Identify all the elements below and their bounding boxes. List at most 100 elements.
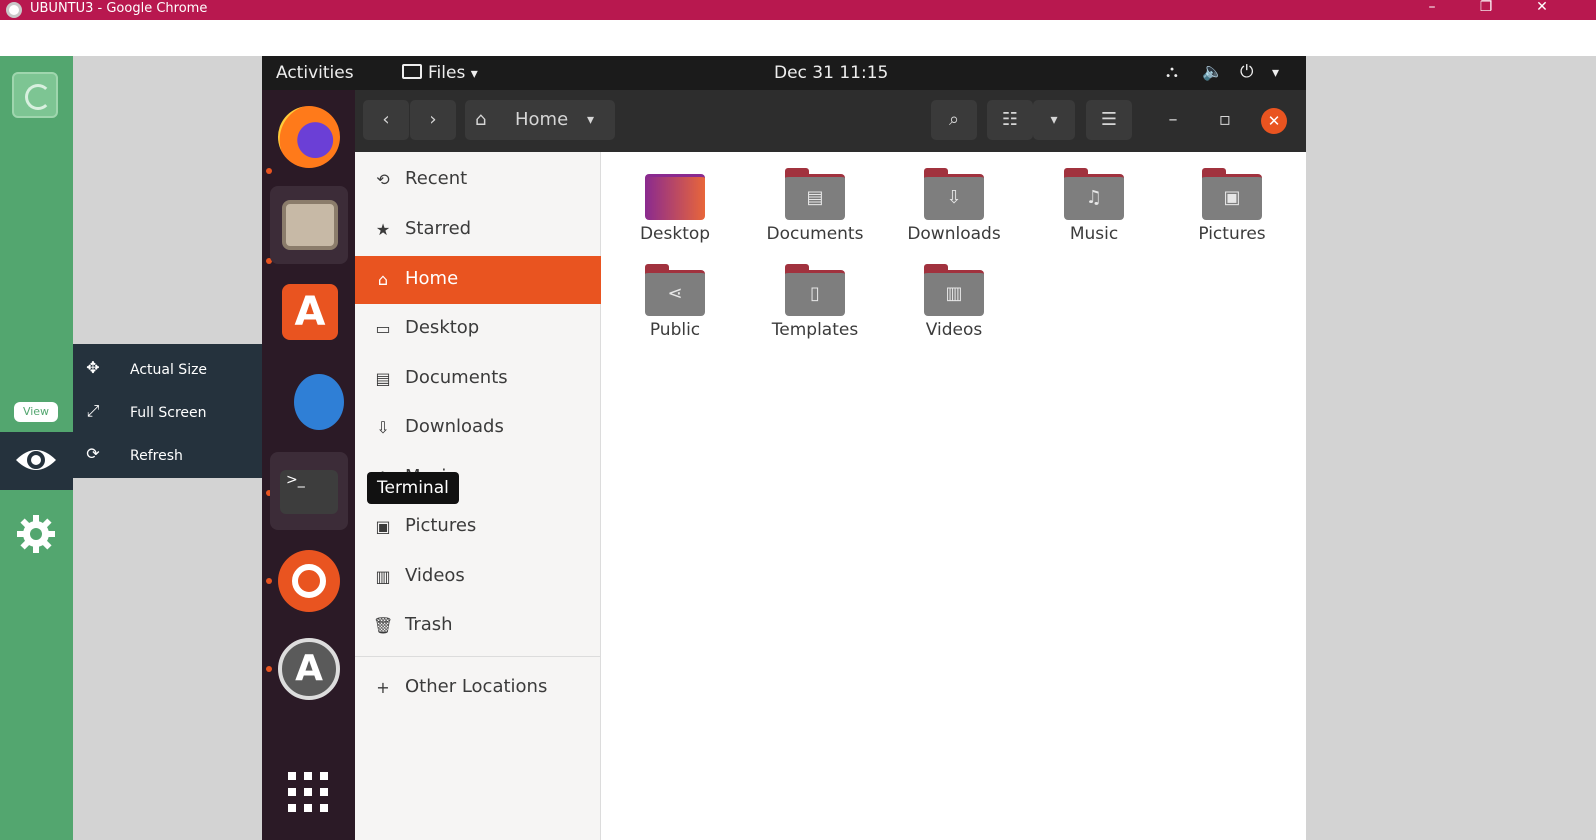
- sidebar-item-trash[interactable]: 🗑 Trash: [355, 602, 601, 650]
- sidebar-divider: [355, 656, 601, 657]
- app-menu-label: Files: [428, 63, 466, 83]
- minimize-button[interactable]: –: [1155, 100, 1191, 140]
- chrome-logo-icon: [6, 2, 22, 18]
- folder-downloads[interactable]: ⇩ Downloads: [889, 160, 1019, 250]
- sidebar-item-home[interactable]: ⌂ Home: [355, 256, 601, 304]
- sidebar-item-starred[interactable]: ★ Starred: [355, 206, 601, 254]
- folder-templates[interactable]: ▯ Templates: [750, 256, 880, 346]
- network-icon[interactable]: ⛬: [1166, 62, 1178, 82]
- gnome-top-bar: Activities Files ▾ Dec 31 11:15 ⛬ 🔈 ⏻ ▾: [262, 56, 1306, 90]
- chevron-down-icon[interactable]: ▾: [1272, 65, 1279, 81]
- folder-label: Music: [1069, 224, 1119, 244]
- pictures-folder-icon: ▣: [1202, 168, 1262, 220]
- fullscreen-icon: ⤢: [86, 401, 100, 420]
- chrome-close-button[interactable]: ✕: [1522, 0, 1562, 20]
- music-folder-icon: ♫: [1064, 168, 1124, 220]
- close-button[interactable]: ✕: [1261, 108, 1287, 134]
- folder-label: Public: [649, 320, 701, 340]
- location-button[interactable]: ⌂ Home ▾: [465, 100, 615, 140]
- sidebar-item-label: Starred: [405, 218, 472, 239]
- sidebar-item-documents[interactable]: ▤ Documents: [355, 355, 601, 403]
- chrome-titlebar: UBUNTU3 - Google Chrome – ❐ ✕: [0, 0, 1596, 20]
- folder-documents[interactable]: ▤ Documents: [750, 160, 880, 250]
- ubuntu-logo-icon: [278, 550, 340, 612]
- videos-icon: ▥: [375, 567, 391, 586]
- folder-public[interactable]: ⋖ Public: [610, 256, 740, 346]
- files-headerbar: ‹ › ⌂ Home ▾ ⌕ ☷ ▾ ☰ – ▫ ✕: [355, 90, 1306, 152]
- dock-firefox[interactable]: [270, 98, 348, 176]
- actual-size-icon: ✥: [86, 358, 100, 377]
- sidebar-item-desktop[interactable]: ▭ Desktop: [355, 305, 601, 353]
- software-updater-icon: A: [278, 638, 340, 700]
- view-options-button[interactable]: ▾: [1033, 100, 1075, 140]
- firefox-icon: [278, 106, 340, 168]
- remote-viewer-logo-icon: [12, 72, 58, 118]
- terminal-icon: >_: [280, 470, 338, 514]
- sidebar-item-recent[interactable]: ⟲ Recent: [355, 156, 601, 204]
- dock-tooltip: Terminal: [367, 472, 459, 504]
- dock-help[interactable]: [270, 362, 348, 440]
- folder-music[interactable]: ♫ Music: [1029, 160, 1159, 250]
- software-store-icon: A: [282, 284, 338, 340]
- folder-desktop[interactable]: Desktop: [610, 160, 740, 250]
- trash-icon: 🗑: [373, 616, 394, 635]
- dock-software[interactable]: A: [270, 274, 348, 352]
- view-label: View: [14, 402, 58, 422]
- forward-button[interactable]: ›: [410, 100, 456, 140]
- gear-icon[interactable]: [16, 514, 56, 554]
- activities-button[interactable]: Activities: [276, 63, 354, 83]
- sidebar-item-label: Pictures: [405, 515, 477, 536]
- menu-item-label: Actual Size: [130, 362, 208, 378]
- dock-ubuntu[interactable]: [270, 542, 348, 620]
- main-menu-button[interactable]: ☰: [1086, 100, 1132, 140]
- view-toggle-button[interactable]: ☷: [987, 100, 1033, 140]
- desktop-folder-icon: [645, 168, 705, 220]
- folder-label: Downloads: [907, 224, 1001, 244]
- clock[interactable]: Dec 31 11:15: [774, 63, 888, 83]
- sidebar-item-label: Other Locations: [405, 676, 548, 697]
- dock-files[interactable]: [270, 186, 348, 264]
- templates-folder-icon: ▯: [785, 264, 845, 316]
- dock-software-updater[interactable]: A: [270, 630, 348, 708]
- folder-videos[interactable]: ▥ Videos: [889, 256, 1019, 346]
- ubuntu-desktop: Activities Files ▾ Dec 31 11:15 ⛬ 🔈 ⏻ ▾ …: [262, 56, 1306, 840]
- star-icon: ★: [375, 220, 391, 239]
- dock-terminal[interactable]: >_: [270, 452, 348, 530]
- menu-item-label: Refresh: [130, 448, 183, 464]
- help-icon: [294, 374, 344, 430]
- sidebar-item-label: Recent: [405, 168, 468, 189]
- sidebar-item-other-locations[interactable]: + Other Locations: [355, 664, 601, 712]
- folder-pictures[interactable]: ▣ Pictures: [1167, 160, 1297, 250]
- window-title: UBUNTU3 - Google Chrome: [30, 1, 208, 16]
- browser-toolbar-strip: [0, 20, 1596, 56]
- volume-icon[interactable]: 🔈: [1202, 62, 1223, 82]
- recent-icon: ⟲: [376, 170, 390, 189]
- chrome-minimize-button[interactable]: –: [1412, 0, 1452, 20]
- sidebar-item-label: Downloads: [405, 416, 504, 437]
- folder-label: Templates: [771, 320, 859, 340]
- sidebar-item-downloads[interactable]: ⇩ Downloads: [355, 404, 601, 452]
- chrome-restore-button[interactable]: ❐: [1466, 0, 1506, 20]
- downloads-icon: ⇩: [376, 418, 390, 437]
- desktop-icon: ▭: [375, 319, 391, 338]
- files-icon: [282, 200, 338, 250]
- chevron-down-icon: ▾: [470, 66, 478, 82]
- show-apps-icon[interactable]: [286, 770, 330, 814]
- chevron-down-icon: ▾: [587, 112, 595, 128]
- maximize-button[interactable]: ▫: [1207, 100, 1243, 140]
- back-button[interactable]: ‹: [363, 100, 409, 140]
- remote-viewer-sidebar: View: [0, 56, 73, 840]
- file-view: Desktop ▤ Documents ⇩ Downloads ♫ Music …: [602, 152, 1306, 840]
- sidebar-item-label: Desktop: [405, 317, 480, 338]
- sidebar-item-pictures[interactable]: ▣ Pictures: [355, 503, 601, 551]
- app-menu[interactable]: Files ▾: [402, 63, 478, 83]
- view-button[interactable]: [0, 432, 73, 490]
- power-icon[interactable]: ⏻: [1240, 62, 1253, 82]
- location-label: Home: [515, 109, 569, 130]
- sidebar-item-label: Documents: [405, 367, 508, 388]
- plus-icon: +: [376, 678, 390, 697]
- folder-label: Pictures: [1198, 224, 1266, 244]
- search-button[interactable]: ⌕: [931, 100, 977, 140]
- sidebar-item-videos[interactable]: ▥ Videos: [355, 553, 601, 601]
- sidebar-item-label: Trash: [405, 614, 453, 635]
